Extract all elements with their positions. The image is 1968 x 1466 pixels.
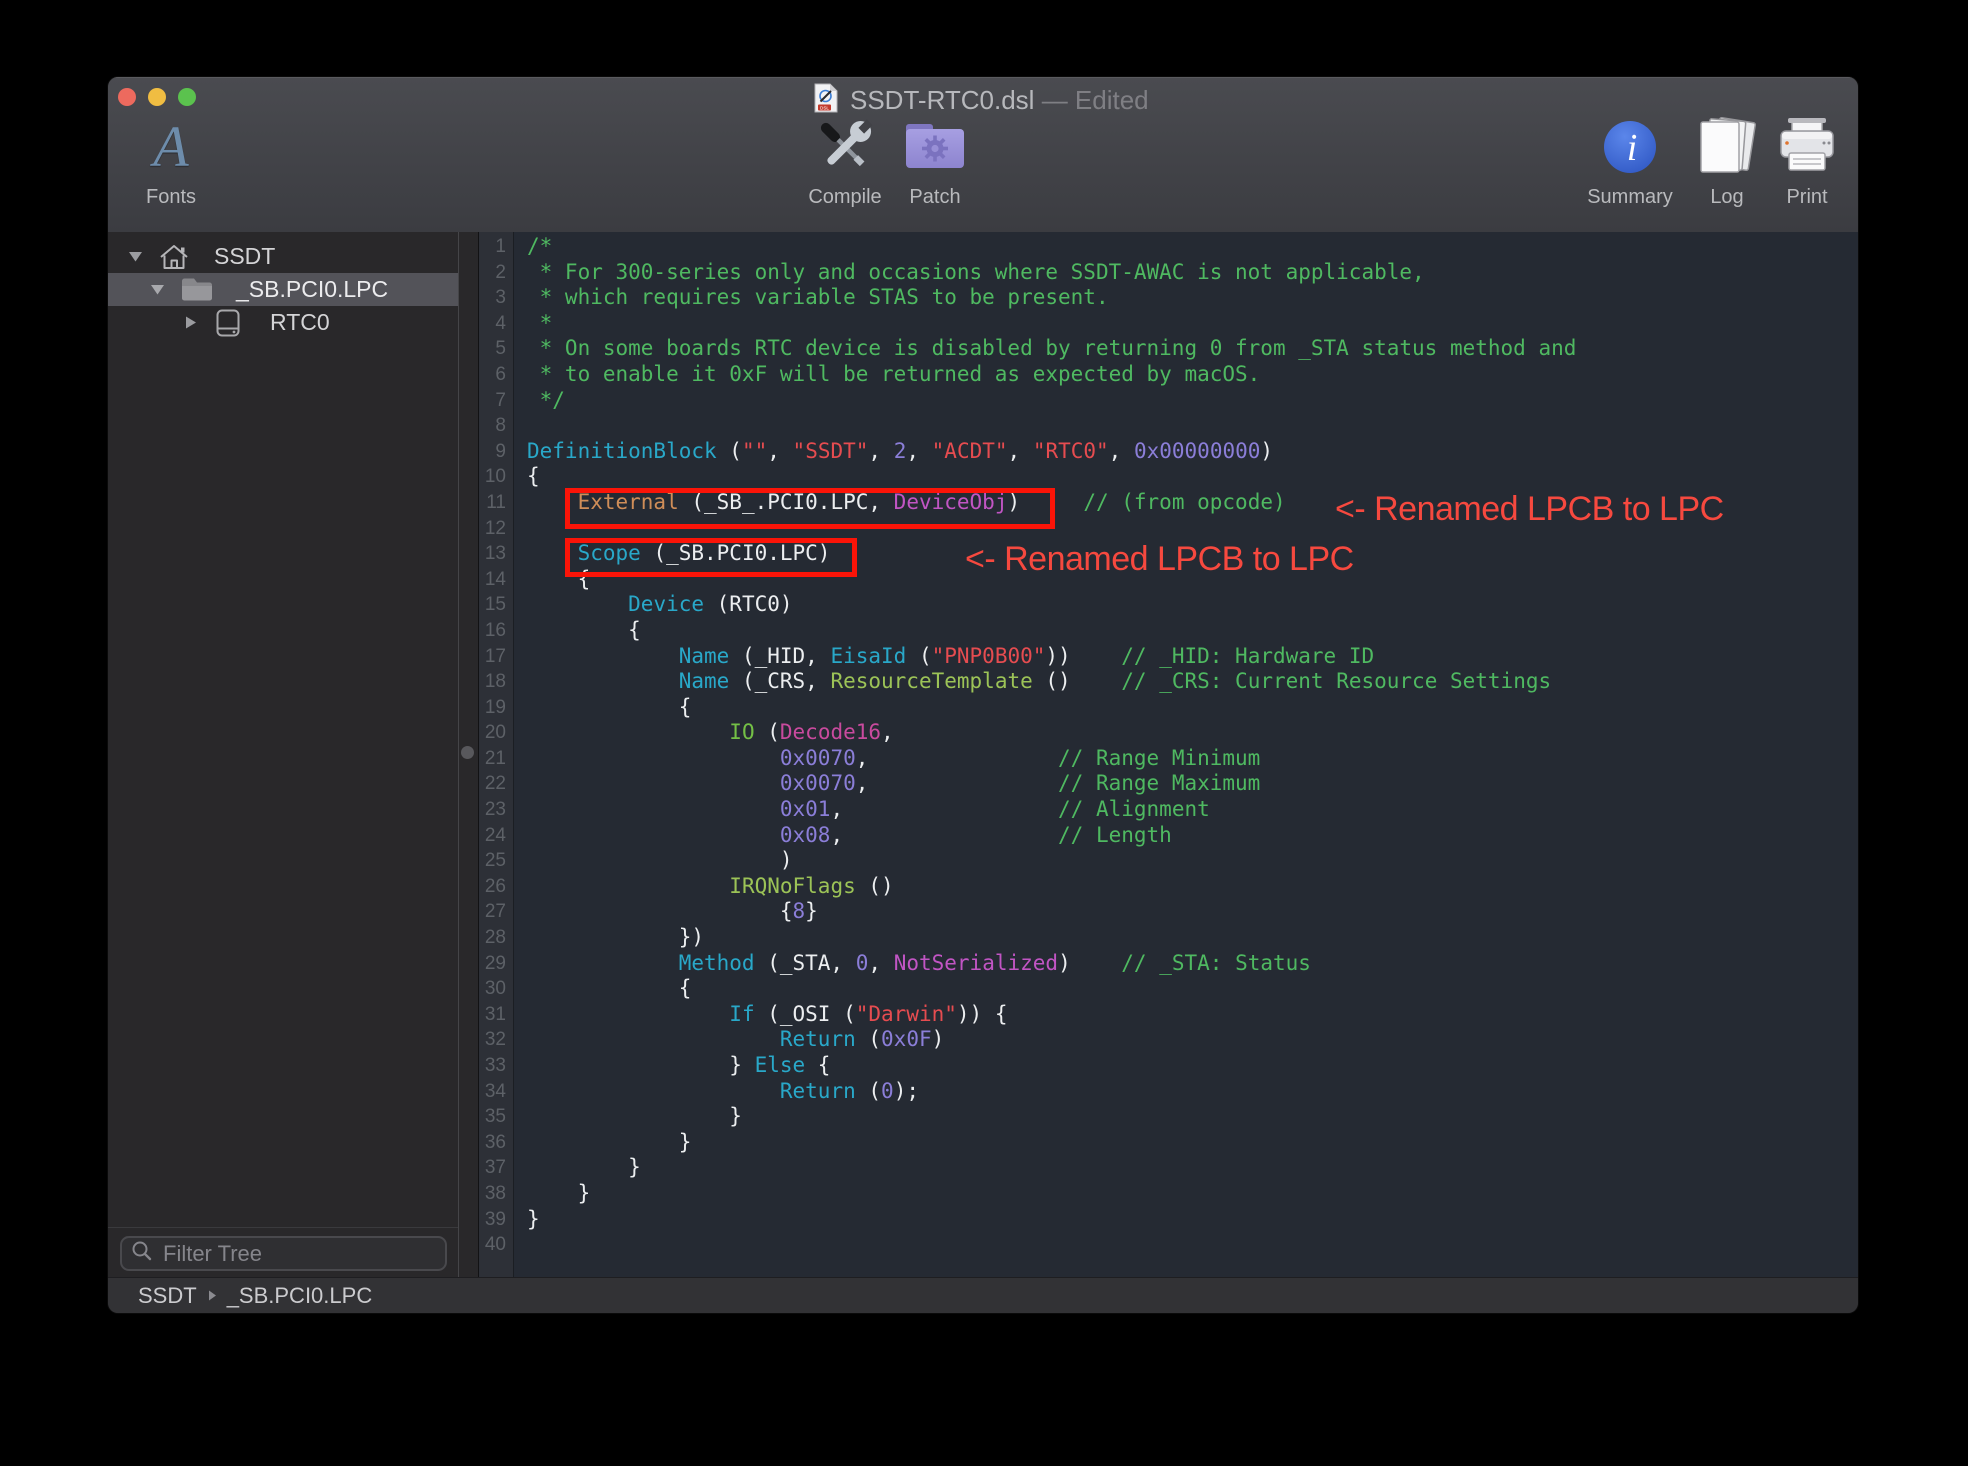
disclosure-right-icon[interactable] [184, 315, 214, 330]
breadcrumb-root[interactable]: SSDT [138, 1283, 197, 1309]
breadcrumb-bar: SSDT _SB.PCI0.LPC [108, 1277, 1858, 1313]
disclosure-down-icon[interactable] [128, 250, 158, 263]
folder-icon [180, 276, 226, 303]
breadcrumb-path[interactable]: _SB.PCI0.LPC [227, 1283, 373, 1309]
patch-button[interactable]: Patch [880, 110, 990, 209]
disclosure-down-icon[interactable] [150, 283, 180, 296]
sidebar-tree: SSDT _SB.PCI0.LPC [108, 232, 458, 1278]
filter-tree-input[interactable] [161, 1240, 453, 1268]
fonts-label: Fonts [116, 186, 226, 209]
svg-text:i: i [1627, 127, 1638, 169]
sidebar-item-sb-pci0-lpc[interactable]: _SB.PCI0.LPC [108, 273, 458, 306]
sidebar-item-label: RTC0 [270, 309, 330, 336]
rename-annotation-1: <- Renamed LPCB to LPC [1335, 490, 1724, 529]
toolbar: DSL SSDT-RTC0.dsl — Edited A Fonts [108, 77, 1858, 233]
code-editor[interactable]: 1234567891011121314151617181920212223242… [479, 232, 1858, 1278]
search-icon [131, 1240, 153, 1267]
summary-button[interactable]: i Summary [1575, 110, 1685, 209]
scope-highlight-box [565, 538, 857, 577]
device-icon [214, 308, 260, 338]
breadcrumb-separator-icon [207, 1289, 217, 1302]
external-highlight-box [565, 488, 1055, 529]
split-divider[interactable] [458, 232, 479, 1278]
close-button[interactable] [118, 88, 136, 106]
sidebar-item-rtc0[interactable]: RTC0 [108, 306, 458, 339]
sidebar-item-label: SSDT [214, 243, 275, 270]
summary-info-icon: i [1575, 110, 1685, 184]
source-code[interactable]: /* * For 300-series only and occasions w… [515, 234, 1858, 1258]
window-controls [118, 88, 196, 106]
filter-tree-field[interactable] [120, 1236, 447, 1271]
minimize-button[interactable] [148, 88, 166, 106]
filter-section [108, 1227, 458, 1278]
rename-annotation-2: <- Renamed LPCB to LPC [965, 540, 1354, 579]
home-icon [158, 243, 204, 271]
fonts-icon: A [153, 118, 188, 176]
split-handle-dot[interactable] [461, 746, 474, 759]
sidebar-item-label: _SB.PCI0.LPC [236, 276, 388, 303]
print-label: Print [1752, 186, 1858, 209]
patch-folder-icon [880, 110, 990, 184]
zoom-button[interactable] [178, 88, 196, 106]
fonts-button[interactable]: A Fonts [116, 110, 226, 209]
print-printer-icon [1752, 110, 1858, 184]
print-button[interactable]: Print [1752, 110, 1858, 209]
patch-label: Patch [880, 186, 990, 209]
sidebar-item-ssdt[interactable]: SSDT [108, 240, 458, 273]
summary-label: Summary [1575, 186, 1685, 209]
app-window: DSL SSDT-RTC0.dsl — Edited A Fonts [108, 77, 1858, 1313]
line-number-gutter: 1234567891011121314151617181920212223242… [479, 232, 514, 1278]
